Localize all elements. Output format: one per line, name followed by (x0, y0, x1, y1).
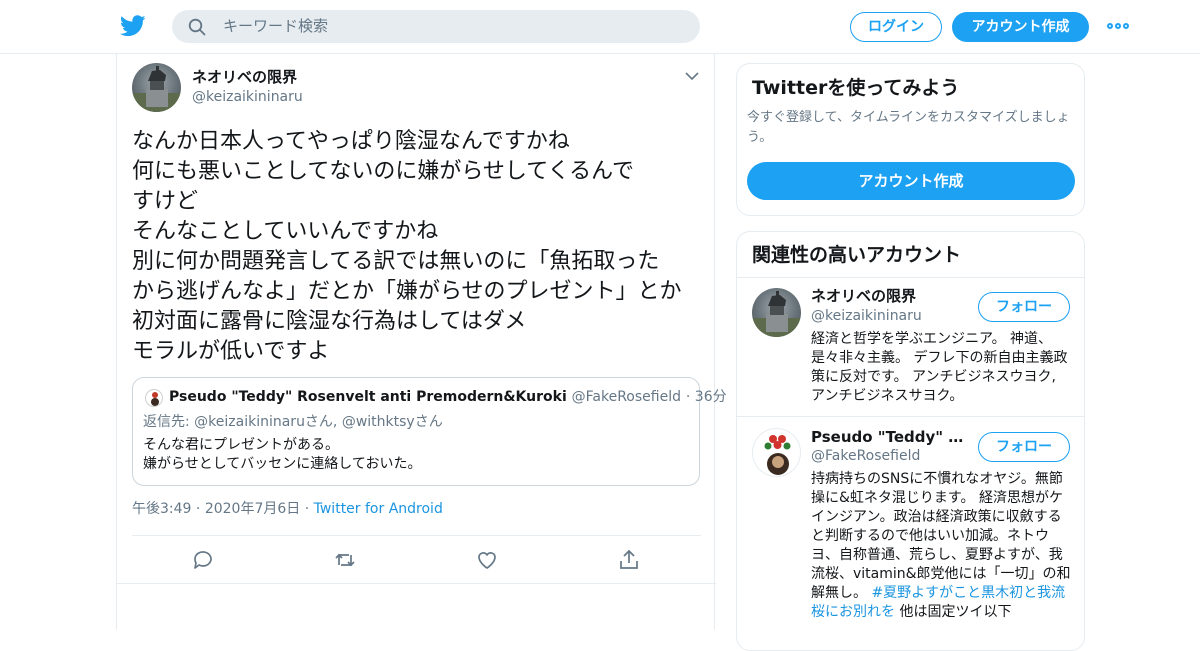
related-account-bio: 持病持ちのSNSに不慣れなオヤジ。無節操に&虹ネタ混じります。 経済思想がケイン… (811, 470, 1071, 622)
related-avatar[interactable] (752, 288, 801, 337)
tweet-source-link[interactable]: Twitter for Android (314, 501, 443, 517)
quoted-reply-to: 返信先: @keizaikininaruさん, @withktsyさん (143, 414, 443, 430)
share-icon[interactable] (617, 548, 641, 572)
avatar[interactable] (132, 63, 181, 112)
tweet-meta: 午後3:49 · 2020年7月6日 · Twitter for Android (132, 500, 443, 518)
quoted-avatar (145, 389, 163, 407)
tweet-time[interactable]: 午後3:49 (132, 501, 191, 517)
tweet-author-name[interactable]: ネオリベの限界 (192, 68, 297, 87)
related-account-handle[interactable]: @FakeRosefield (811, 447, 920, 465)
quoted-author-handle: @FakeRosefield (571, 389, 681, 405)
top-bar: キーワード検索 ログイン アカウント作成 (0, 0, 1200, 54)
statue-avatar-image (132, 66, 181, 112)
search-box[interactable]: キーワード検索 (172, 10, 700, 43)
meta-separator: · (304, 501, 314, 517)
related-account-handle[interactable]: @keizaikininaru (811, 307, 922, 325)
bio-text: 他は固定ツイ以下 (895, 604, 1012, 620)
search-icon (188, 18, 206, 36)
login-button[interactable]: ログイン (850, 12, 942, 42)
retweet-icon[interactable] (333, 548, 357, 572)
quoted-separator: · (685, 389, 695, 405)
meta-separator: · (195, 501, 205, 517)
follow-button[interactable]: フォロー (978, 432, 1070, 462)
quoted-author-name: Pseudo "Teddy" Rosenvelt anti Premodern&… (169, 389, 567, 405)
signup-card: Twitterを使ってみよう 今すぐ登録して、タイムラインをカスタマイズしましょ… (736, 63, 1085, 216)
tweet-column: ネオリベの限界 @keizaikininaru なんか日本人ってやっぱり陰湿なん… (116, 54, 727, 630)
related-account-name[interactable]: ネオリベの限界 (811, 287, 971, 306)
related-avatar[interactable] (752, 428, 801, 477)
divider (737, 277, 1084, 278)
quoted-time: 36分 (694, 389, 727, 405)
chevron-down-icon[interactable] (684, 70, 700, 82)
search-input[interactable]: キーワード検索 (223, 17, 328, 36)
divider (737, 416, 1084, 417)
related-account-name[interactable]: Pseudo "Teddy" Rose... (811, 428, 971, 447)
reply-icon[interactable] (191, 548, 215, 572)
quoted-author: Pseudo "Teddy" Rosenvelt anti Premodern&… (169, 388, 727, 406)
related-accounts-card: 関連性の高いアカウント ネオリベの限界 @keizaikininaru フォロー… (736, 231, 1085, 651)
signup-button[interactable]: アカウント作成 (952, 12, 1089, 42)
follow-button[interactable]: フォロー (978, 292, 1070, 322)
quoted-tweet[interactable]: Pseudo "Teddy" Rosenvelt anti Premodern&… (132, 377, 727, 486)
tweet-date[interactable]: 2020年7月6日 (205, 501, 300, 517)
tweet-author-handle[interactable]: @keizaikininaru (192, 88, 303, 106)
related-accounts-title: 関連性の高いアカウント (752, 244, 962, 266)
bio-text: 持病持ちのSNSに不慣れなオヤジ。無節操に&虹ネタ混じります。 経済思想がケイン… (811, 471, 1071, 601)
quoted-text: そんな君にプレゼントがある。 嫌がらせとしてバッセンに連絡しておいた。 (143, 437, 422, 472)
tweet-text: なんか日本人ってやっぱり陰湿なんですかね 何にも悪いことしてないのに嫌がらせして… (132, 129, 682, 364)
signup-card-subtitle: 今すぐ登録して、タイムラインをカスタマイズしましょう。 (747, 110, 1070, 145)
flower-avatar-image (764, 435, 791, 475)
twitter-bird-icon[interactable] (120, 14, 146, 38)
flower-avatar-image (151, 392, 159, 406)
more-options-icon[interactable] (1107, 22, 1131, 32)
statue-avatar-image (752, 291, 801, 337)
signup-card-title: Twitterを使ってみよう (752, 77, 960, 99)
tweet-actions (117, 536, 716, 584)
related-account-bio: 経済と哲学を学ぶエンジニア。 神道、是々非々主義。 デフレ下の新自由主義政策に反… (811, 331, 1068, 404)
signup-card-button[interactable]: アカウント作成 (747, 162, 1075, 200)
like-heart-icon[interactable] (475, 548, 499, 572)
